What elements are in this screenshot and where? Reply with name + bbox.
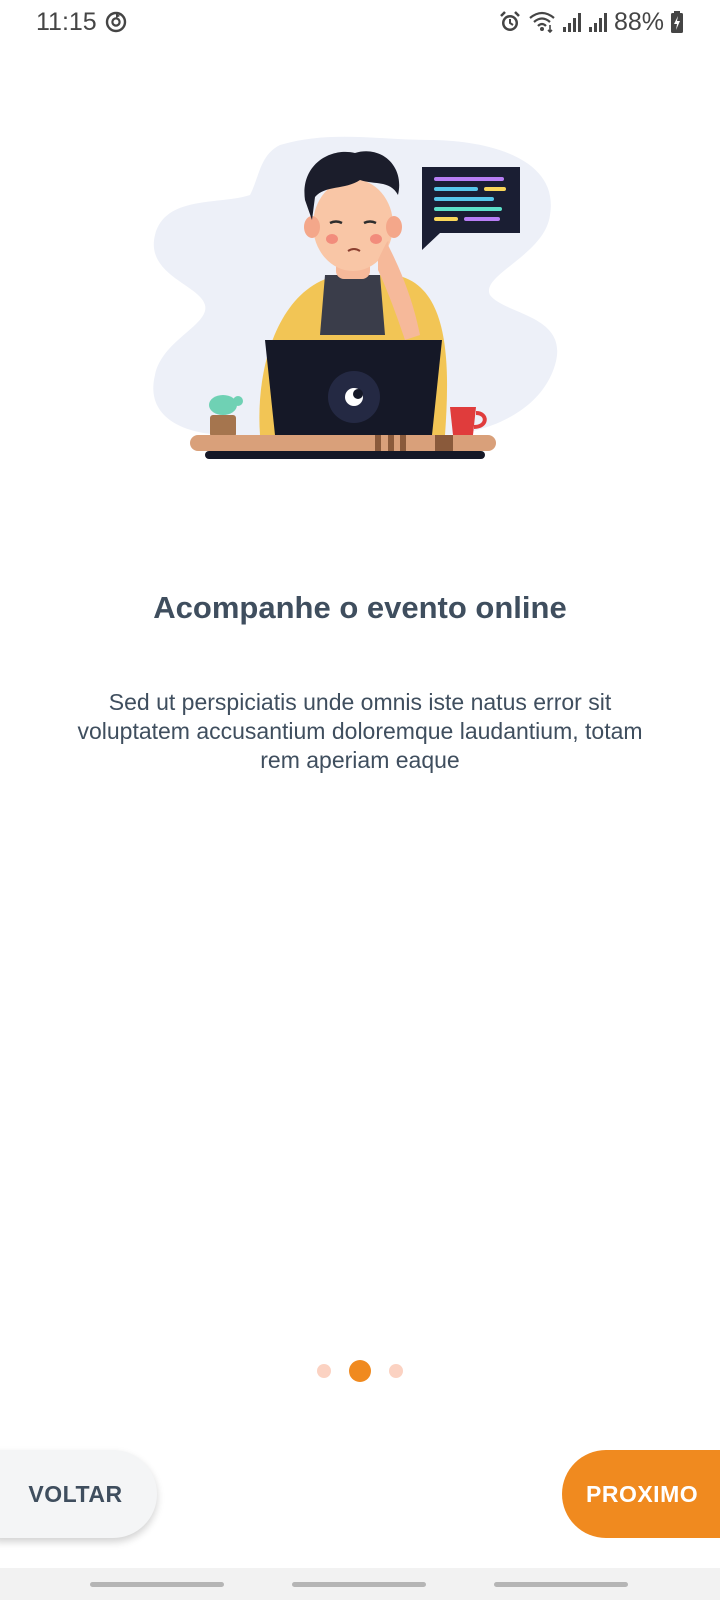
page-dot-3[interactable]: [389, 1364, 403, 1378]
onboarding-illustration: [150, 135, 570, 470]
signal-icon: [562, 11, 582, 33]
page-dot-2-active[interactable]: [349, 1360, 371, 1382]
alarm-icon: [498, 10, 522, 34]
nav-back-handle[interactable]: [494, 1582, 628, 1587]
wifi-icon: [528, 11, 556, 33]
page-title: Acompanhe o evento online: [153, 590, 567, 625]
battery-percent: 88%: [613, 7, 664, 36]
system-nav-bar: [0, 1568, 720, 1600]
status-left: 11:15: [36, 8, 127, 37]
next-button[interactable]: PROXIMO: [562, 1450, 720, 1538]
battery-icon: [670, 10, 684, 34]
signal-icon: [588, 11, 608, 33]
nav-recents-handle[interactable]: [90, 1582, 224, 1587]
page-dot-1[interactable]: [317, 1364, 331, 1378]
page-indicator: [0, 1358, 720, 1384]
sync-icon: [105, 11, 127, 33]
nav-home-handle[interactable]: [292, 1582, 426, 1587]
back-button[interactable]: VOLTAR: [0, 1450, 157, 1538]
page-description: Sed ut perspiciatis unde omnis iste natu…: [77, 689, 643, 773]
status-bar: 11:15 88%: [0, 0, 720, 44]
status-right: 88%: [498, 8, 684, 37]
status-time: 11:15: [36, 7, 97, 36]
